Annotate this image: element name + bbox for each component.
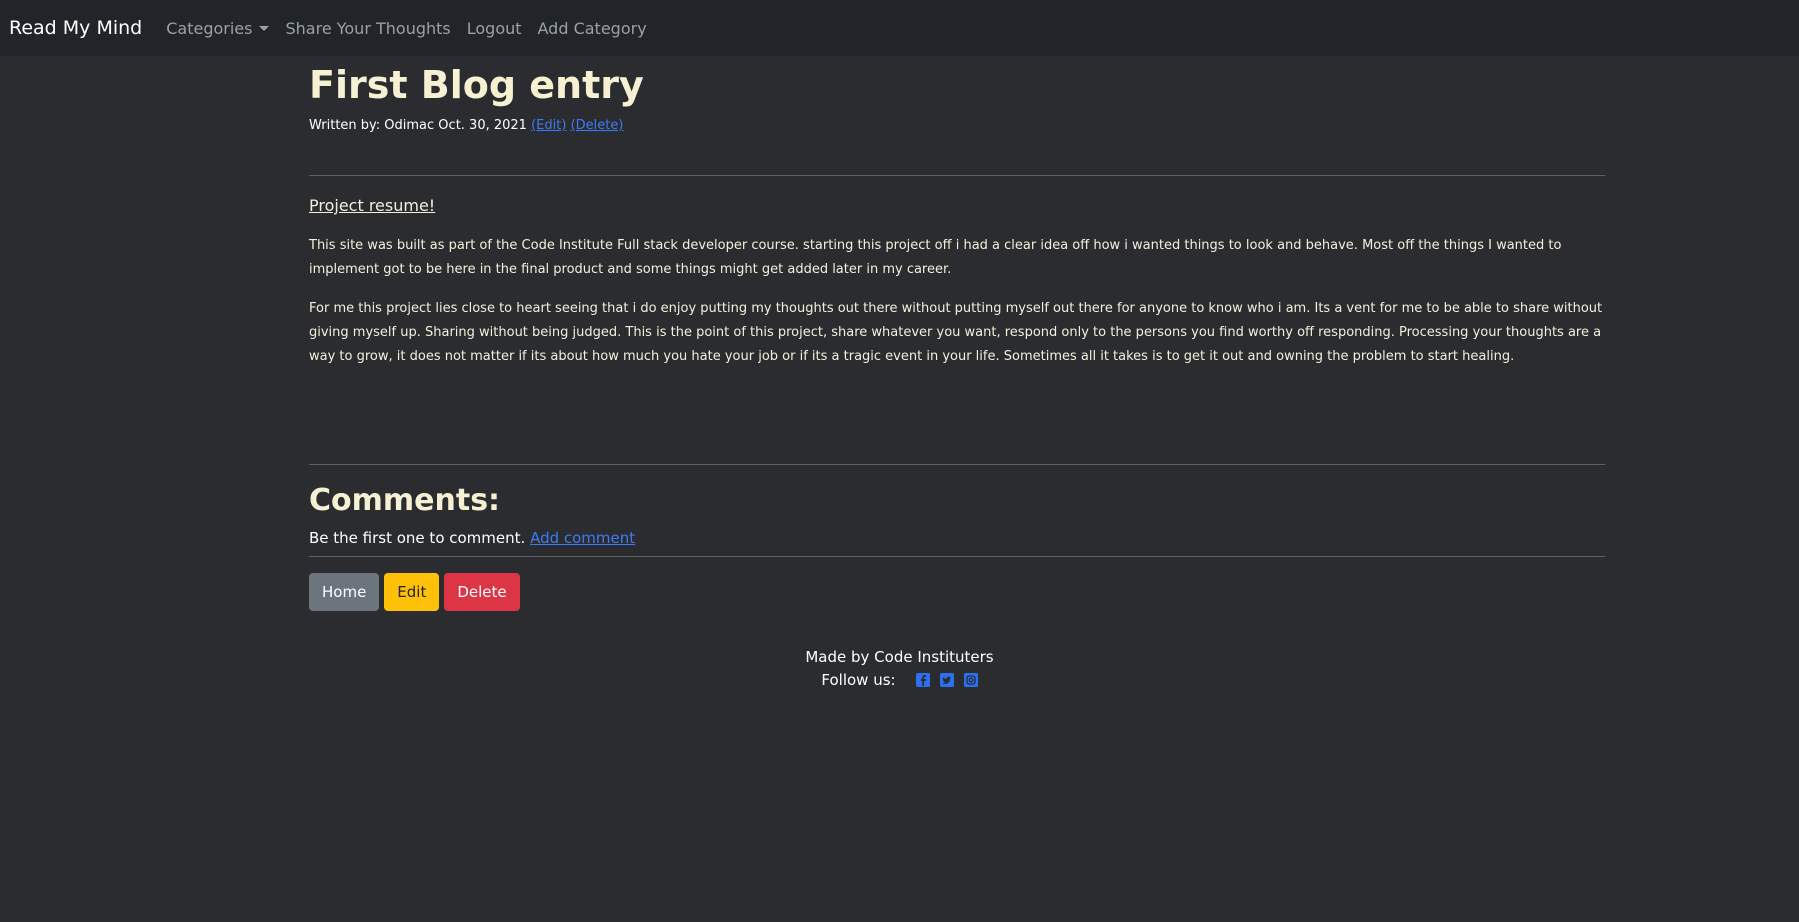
comments-empty: Be the first one to comment. Add comment: [309, 529, 1605, 547]
edit-post-link[interactable]: (Edit): [531, 118, 566, 133]
nav-logout[interactable]: Logout: [467, 19, 522, 38]
follow-row: Follow us:: [0, 671, 1799, 689]
post-subtitle: Project resume!: [309, 196, 436, 215]
nav-share-thoughts[interactable]: Share Your Thoughts: [285, 19, 450, 38]
edit-button[interactable]: Edit: [384, 573, 440, 611]
post-container: First Blog entry Written by: Odimac Oct.…: [309, 56, 1605, 611]
social-links: [906, 673, 978, 687]
facebook-icon[interactable]: [915, 673, 930, 687]
twitter-icon[interactable]: [939, 673, 954, 687]
post-title: First Blog entry: [309, 63, 644, 107]
comments-heading: Comments:: [309, 483, 501, 518]
footer: Made by Code Instituters Follow us:: [0, 648, 1799, 689]
footer-credit: Made by Code Instituters: [805, 648, 994, 666]
divider: [309, 464, 1605, 465]
nav-categories-label: Categories: [166, 18, 253, 38]
action-buttons: Home Edit Delete: [309, 573, 1605, 611]
chevron-down-icon: [259, 25, 270, 31]
follow-label: Follow us:: [821, 671, 896, 689]
delete-button[interactable]: Delete: [444, 573, 520, 611]
post-paragraph: For me this project lies close to heart …: [309, 301, 1603, 364]
navbar: Read My Mind Categories Share Your Thoug…: [0, 0, 1799, 56]
home-button[interactable]: Home: [309, 573, 380, 611]
post-byline: Written by: Odimac Oct. 30, 2021 (Edit) …: [309, 118, 1605, 133]
post-paragraph: This site was built as part of the Code …: [309, 238, 1562, 277]
add-comment-link[interactable]: Add comment: [530, 529, 635, 547]
instagram-icon[interactable]: [963, 673, 978, 687]
brand-link[interactable]: Read My Mind: [9, 17, 142, 39]
byline-text: Written by: Odimac Oct. 30, 2021: [309, 118, 527, 133]
divider: [309, 175, 1605, 176]
nav-categories-dropdown[interactable]: Categories: [166, 18, 270, 38]
nav-add-category[interactable]: Add Category: [538, 19, 647, 38]
divider: [309, 556, 1605, 557]
delete-post-link[interactable]: (Delete): [571, 118, 624, 133]
comments-empty-text: Be the first one to comment.: [309, 529, 526, 547]
